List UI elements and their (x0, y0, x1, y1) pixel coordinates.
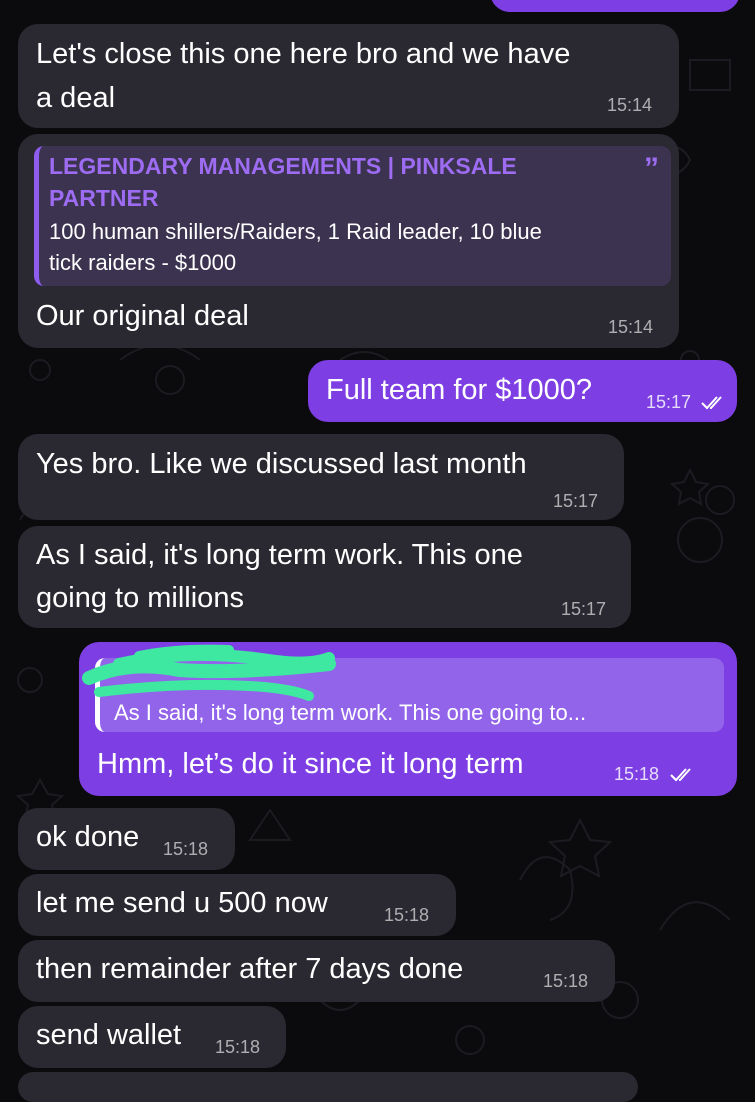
message-text: Yes bro. Like we discussed last month (36, 448, 527, 480)
message-text: Full team for $1000? (326, 374, 592, 406)
quote-sender: PARTNER (49, 185, 159, 211)
message-bubble-incoming[interactable]: Let's close this one here bro and we hav… (18, 24, 679, 128)
message-bubble-incoming[interactable]: LEGENDARY MANAGEMENTS | PINKSALE PARTNER… (18, 134, 679, 348)
read-receipt-icon (670, 768, 691, 782)
message-text: Hmm, let’s do it since it long term (97, 748, 524, 780)
message-time: 15:18 (384, 905, 430, 925)
read-receipt-icon (701, 396, 722, 410)
message-time: 15:18 (215, 1037, 261, 1057)
next-message-bubble[interactable] (18, 1072, 638, 1102)
message-time: 15:17 (561, 599, 607, 619)
redaction-scribble (82, 644, 336, 701)
message-time: 15:17 (553, 491, 599, 511)
message-bubble-incoming[interactable]: let me send u 500 now 15:18 (18, 874, 456, 936)
message-bubble-incoming[interactable]: Yes bro. Like we discussed last month 15… (18, 434, 624, 520)
quote-text: 100 human shillers/Raiders, 1 Raid leade… (49, 219, 542, 244)
message-time: 15:14 (608, 317, 654, 337)
message-text: let me send u 500 now (36, 887, 328, 919)
message-text: send wallet (36, 1019, 182, 1051)
message-text: Our original deal (36, 300, 249, 332)
message-bubble-incoming[interactable]: ok done 15:18 (18, 808, 235, 870)
message-bubble-incoming[interactable]: then remainder after 7 days done 15:18 (18, 940, 615, 1002)
previous-outgoing-bubble[interactable] (490, 0, 740, 12)
quote-icon: ” (644, 152, 659, 185)
message-text: As I said, it's long term work. This one (36, 539, 523, 571)
message-time: 15:18 (163, 839, 209, 859)
message-text: Let's close this one here bro and we hav… (36, 38, 571, 70)
message-bubble-outgoing[interactable]: Full team for $1000? 15:17 (308, 360, 737, 422)
quote-sender: LEGENDARY MANAGEMENTS | PINKSALE (49, 153, 517, 179)
message-text: a deal (36, 82, 116, 114)
quote-text: tick raiders - $1000 (49, 250, 237, 275)
message-text: then remainder after 7 days done (36, 953, 464, 985)
message-text: ok done (36, 821, 140, 853)
quoted-message[interactable]: LEGENDARY MANAGEMENTS | PINKSALE PARTNER… (34, 146, 671, 286)
message-time: 15:18 (543, 971, 589, 991)
message-time: 15:14 (607, 95, 653, 115)
message-bubble-incoming[interactable]: As I said, it's long term work. This one… (18, 526, 631, 628)
message-bubble-outgoing[interactable]: As I said, it's long term work. This one… (79, 642, 737, 796)
message-time: 15:17 (646, 392, 692, 412)
message-text: going to millions (36, 582, 244, 614)
message-bubble-incoming[interactable]: send wallet 15:18 (18, 1006, 286, 1068)
message-time: 15:18 (614, 764, 660, 784)
